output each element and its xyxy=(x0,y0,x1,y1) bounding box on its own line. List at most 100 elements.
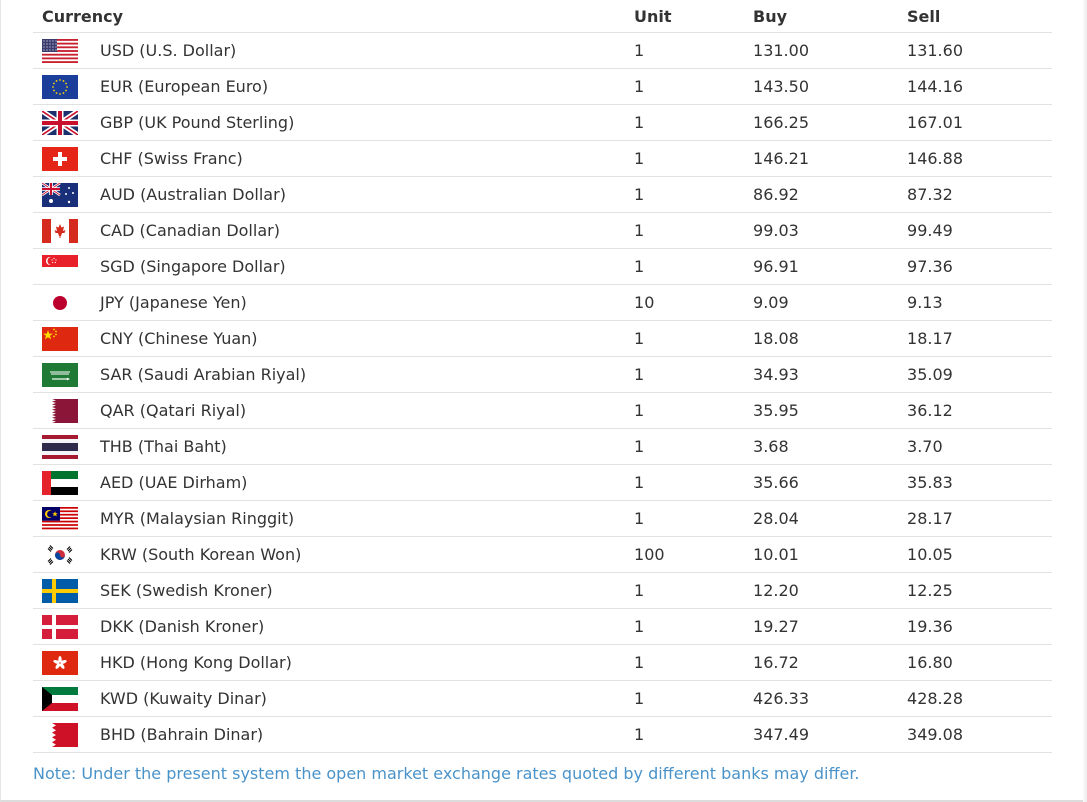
buy-rate: 35.95 xyxy=(744,392,899,429)
currency-name: EUR (European Euro) xyxy=(91,68,626,105)
sell-rate: 28.17 xyxy=(898,500,1053,537)
flag-cell xyxy=(33,392,91,429)
currency-name: SAR (Saudi Arabian Riyal) xyxy=(91,356,626,393)
buy-rate: 19.27 xyxy=(744,608,899,645)
sell-rate: 36.12 xyxy=(898,392,1053,429)
hongkong-flag-icon xyxy=(42,650,78,675)
currency-name: USD (U.S. Dollar) xyxy=(91,32,626,69)
table-header-row: Currency Unit Buy Sell xyxy=(33,0,1053,33)
sell-rate: 87.32 xyxy=(898,176,1053,213)
sell-rate: 349.08 xyxy=(898,716,1053,753)
currency-name: AUD (Australian Dollar) xyxy=(91,176,626,213)
currency-name: CAD (Canadian Dollar) xyxy=(91,212,626,249)
currency-name: HKD (Hong Kong Dollar) xyxy=(91,644,626,681)
flag-cell xyxy=(33,716,91,753)
sell-rate: 16.80 xyxy=(898,644,1053,681)
table-row: EUR (European Euro) 1 143.50 144.16 xyxy=(33,68,1053,105)
unit-value: 1 xyxy=(625,464,745,501)
uk-flag-icon xyxy=(42,110,78,135)
flag-cell xyxy=(33,212,91,249)
flag-cell xyxy=(33,68,91,105)
flag-cell xyxy=(33,680,91,717)
bahrain-flag-icon xyxy=(42,722,78,747)
canada-flag-icon xyxy=(42,218,78,243)
flag-cell xyxy=(33,356,91,393)
currency-name: BHD (Bahrain Dinar) xyxy=(91,716,626,753)
buy-rate: 166.25 xyxy=(744,104,899,141)
unit-value: 1 xyxy=(625,248,745,285)
flag-cell xyxy=(33,284,91,321)
table-row: HKD (Hong Kong Dollar) 1 16.72 16.80 xyxy=(33,644,1053,681)
buy-rate: 347.49 xyxy=(744,716,899,753)
currency-name: KRW (South Korean Won) xyxy=(91,536,626,573)
malaysia-flag-icon xyxy=(42,506,78,531)
unit-value: 1 xyxy=(625,104,745,141)
buy-rate: 3.68 xyxy=(744,428,899,465)
buy-rate: 9.09 xyxy=(744,284,899,321)
eu-flag-icon xyxy=(42,74,78,99)
unit-value: 10 xyxy=(625,284,745,321)
sell-rate: 3.70 xyxy=(898,428,1053,465)
disclaimer-note: Note: Under the present system the open … xyxy=(33,764,860,783)
swiss-flag-icon xyxy=(42,146,78,171)
header-unit: Unit xyxy=(625,0,745,33)
currency-name: AED (UAE Dirham) xyxy=(91,464,626,501)
unit-value: 1 xyxy=(625,572,745,609)
flag-cell xyxy=(33,500,91,537)
japan-flag-icon xyxy=(42,290,78,315)
currency-name: KWD (Kuwaity Dinar) xyxy=(91,680,626,717)
sweden-flag-icon xyxy=(42,578,78,603)
sell-rate: 10.05 xyxy=(898,536,1053,573)
unit-value: 1 xyxy=(625,500,745,537)
currency-name: QAR (Qatari Riyal) xyxy=(91,392,626,429)
uae-flag-icon xyxy=(42,470,78,495)
table-row: CAD (Canadian Dollar) 1 99.03 99.49 xyxy=(33,212,1053,249)
table-row: KRW (South Korean Won) 100 10.01 10.05 xyxy=(33,536,1053,573)
flag-cell xyxy=(33,140,91,177)
table-row: DKK (Danish Kroner) 1 19.27 19.36 xyxy=(33,608,1053,645)
buy-rate: 96.91 xyxy=(744,248,899,285)
unit-value: 1 xyxy=(625,392,745,429)
table-row: KWD (Kuwaity Dinar) 1 426.33 428.28 xyxy=(33,680,1053,717)
flag-cell xyxy=(33,176,91,213)
header-sell: Sell xyxy=(898,0,1053,33)
buy-rate: 426.33 xyxy=(744,680,899,717)
sell-rate: 35.83 xyxy=(898,464,1053,501)
unit-value: 1 xyxy=(625,716,745,753)
korea-flag-icon xyxy=(42,542,78,567)
buy-rate: 143.50 xyxy=(744,68,899,105)
buy-rate: 35.66 xyxy=(744,464,899,501)
thailand-flag-icon xyxy=(42,434,78,459)
table-row: MYR (Malaysian Ringgit) 1 28.04 28.17 xyxy=(33,500,1053,537)
exchange-rate-table: Currency Unit Buy Sell USD (U.S. Dollar)… xyxy=(33,0,1053,753)
currency-name: SEK (Swedish Kroner) xyxy=(91,572,626,609)
table-row: USD (U.S. Dollar) 1 131.00 131.60 xyxy=(33,32,1053,69)
unit-value: 1 xyxy=(625,320,745,357)
sell-rate: 12.25 xyxy=(898,572,1053,609)
sell-rate: 144.16 xyxy=(898,68,1053,105)
currency-name: GBP (UK Pound Sterling) xyxy=(91,104,626,141)
currency-name: CNY (Chinese Yuan) xyxy=(91,320,626,357)
flag-cell xyxy=(33,464,91,501)
unit-value: 1 xyxy=(625,68,745,105)
unit-value: 1 xyxy=(625,680,745,717)
us-flag-icon xyxy=(42,38,78,63)
buy-rate: 146.21 xyxy=(744,140,899,177)
sell-rate: 35.09 xyxy=(898,356,1053,393)
flag-cell xyxy=(33,32,91,69)
scrollbar-edge xyxy=(1083,0,1087,802)
sell-rate: 146.88 xyxy=(898,140,1053,177)
table-row: CHF (Swiss Franc) 1 146.21 146.88 xyxy=(33,140,1053,177)
buy-rate: 99.03 xyxy=(744,212,899,249)
saudi-flag-icon xyxy=(42,362,78,387)
sell-rate: 167.01 xyxy=(898,104,1053,141)
unit-value: 100 xyxy=(625,536,745,573)
sell-rate: 99.49 xyxy=(898,212,1053,249)
flag-cell xyxy=(33,104,91,141)
unit-value: 1 xyxy=(625,140,745,177)
currency-name: MYR (Malaysian Ringgit) xyxy=(91,500,626,537)
unit-value: 1 xyxy=(625,428,745,465)
unit-value: 1 xyxy=(625,356,745,393)
kuwait-flag-icon xyxy=(42,686,78,711)
table-row: CNY (Chinese Yuan) 1 18.08 18.17 xyxy=(33,320,1053,357)
